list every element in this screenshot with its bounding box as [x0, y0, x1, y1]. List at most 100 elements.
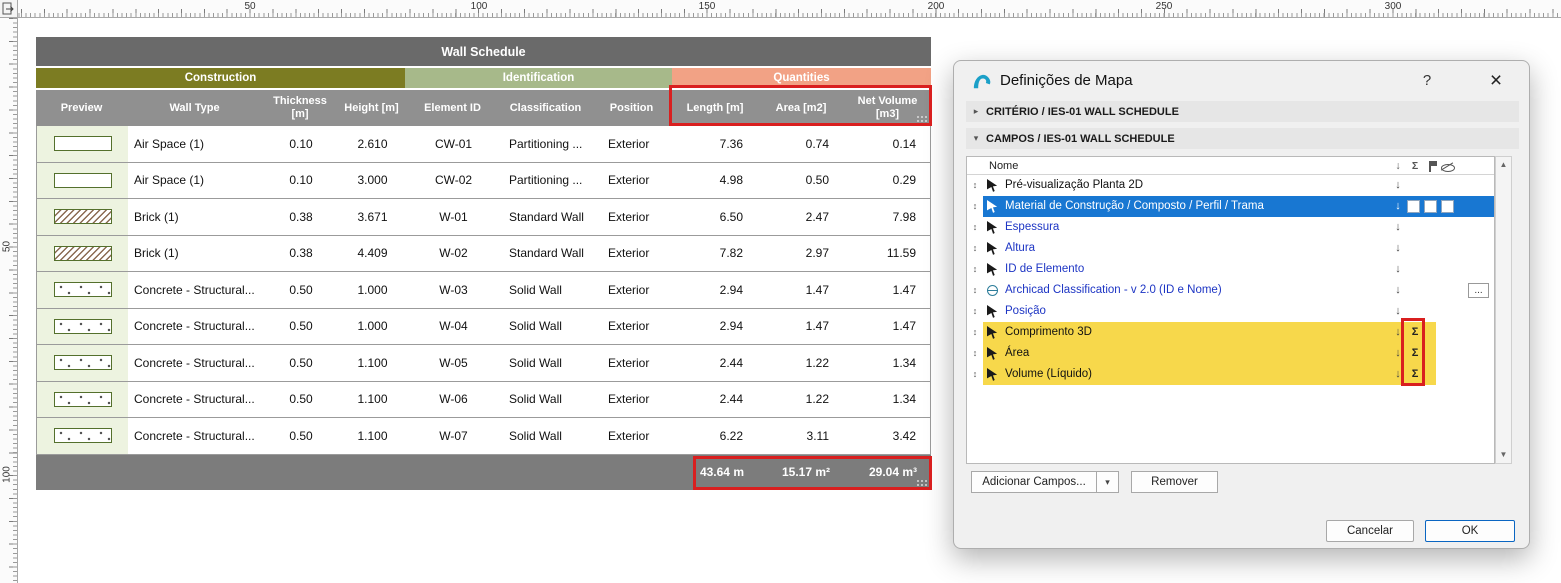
wall-type-cell[interactable]: Air Space (1)	[128, 163, 263, 199]
position-cell[interactable]: Exterior	[592, 418, 673, 454]
wall-type-cell[interactable]: Concrete - Structural...	[128, 345, 263, 381]
classification-cell[interactable]: Standard Wall	[501, 199, 592, 235]
classification-cell[interactable]: Partitioning ...	[501, 126, 592, 162]
field-list-item[interactable]: ↕ Altura ↓	[967, 238, 1494, 259]
sort-arrow-icon[interactable]: ↓	[1391, 157, 1405, 175]
position-cell[interactable]: Exterior	[592, 126, 673, 162]
drag-handle-icon[interactable]: ↕	[967, 301, 983, 322]
area-cell[interactable]: 2.97	[759, 236, 845, 272]
thickness-cell[interactable]: 0.50	[263, 418, 339, 454]
field-list-item[interactable]: ↕ Espessura ↓	[967, 217, 1494, 238]
thickness-cell[interactable]: 0.38	[263, 236, 339, 272]
volume-cell[interactable]: 1.47	[845, 309, 932, 345]
height-cell[interactable]: 3.000	[339, 163, 406, 199]
section-criteria[interactable]: ▸ CRITÉRIO / IES-01 WALL SCHEDULE	[966, 101, 1519, 122]
position-cell[interactable]: Exterior	[592, 199, 673, 235]
sort-arrow-icon[interactable]: ↓	[1391, 238, 1405, 259]
preview-cell[interactable]	[37, 345, 128, 381]
wall-type-cell[interactable]: Brick (1)	[128, 199, 263, 235]
height-cell[interactable]: 1.000	[339, 272, 406, 308]
field-list-item[interactable]: ↕ Pré-visualização Planta 2D ↓	[967, 175, 1494, 196]
sort-arrow-icon[interactable]: ↓	[1391, 196, 1405, 217]
col-header-position[interactable]: Position	[591, 90, 672, 126]
classification-cell[interactable]: Solid Wall	[501, 345, 592, 381]
length-cell[interactable]: 2.44	[673, 345, 759, 381]
drag-handle-icon[interactable]: ↕	[967, 259, 983, 280]
position-cell[interactable]: Exterior	[592, 163, 673, 199]
col-header-element-id[interactable]: Element ID	[405, 90, 500, 126]
preview-cell[interactable]	[37, 418, 128, 454]
sort-arrow-icon[interactable]: ↓	[1391, 175, 1405, 196]
height-cell[interactable]: 1.000	[339, 309, 406, 345]
add-fields-dropdown-icon[interactable]: ▾	[1096, 471, 1119, 493]
section-fields[interactable]: ▾ CAMPOS / IES-01 WALL SCHEDULE	[966, 128, 1519, 149]
field-list-item[interactable]: ↕ ID de Elemento ↓	[967, 259, 1494, 280]
element-id-cell[interactable]: W-03	[406, 272, 501, 308]
position-cell[interactable]: Exterior	[592, 345, 673, 381]
length-cell[interactable]: 6.22	[673, 418, 759, 454]
area-cell[interactable]: 1.47	[759, 272, 845, 308]
length-cell[interactable]: 4.98	[673, 163, 759, 199]
area-cell[interactable]: 0.74	[759, 126, 845, 162]
preview-cell[interactable]	[37, 236, 128, 272]
scrollbar[interactable]: ▲ ▼	[1495, 156, 1512, 464]
height-cell[interactable]: 1.100	[339, 418, 406, 454]
preview-cell[interactable]	[37, 126, 128, 162]
element-id-cell[interactable]: W-04	[406, 309, 501, 345]
field-list-item[interactable]: ↕ Archicad Classification - v 2.0 (ID e …	[967, 280, 1494, 301]
drag-handle-icon[interactable]: ↕	[967, 322, 983, 343]
volume-cell[interactable]: 1.47	[845, 272, 932, 308]
position-cell[interactable]: Exterior	[592, 309, 673, 345]
height-cell[interactable]: 1.100	[339, 345, 406, 381]
scroll-up-icon[interactable]: ▲	[1496, 157, 1511, 173]
volume-cell[interactable]: 11.59	[845, 236, 932, 272]
classification-cell[interactable]: Solid Wall	[501, 382, 592, 418]
drag-handle-icon[interactable]: ↕	[967, 364, 983, 385]
preview-cell[interactable]	[37, 272, 128, 308]
length-cell[interactable]: 2.44	[673, 382, 759, 418]
thickness-cell[interactable]: 0.50	[263, 309, 339, 345]
thickness-cell[interactable]: 0.50	[263, 345, 339, 381]
preview-cell[interactable]	[37, 163, 128, 199]
area-cell[interactable]: 1.22	[759, 345, 845, 381]
length-cell[interactable]: 7.82	[673, 236, 759, 272]
col-header-wall-type[interactable]: Wall Type	[127, 90, 262, 126]
preview-cell[interactable]	[37, 382, 128, 418]
length-cell[interactable]: 2.94	[673, 309, 759, 345]
volume-cell[interactable]: 0.29	[845, 163, 932, 199]
drag-handle-icon[interactable]: ↕	[967, 175, 983, 196]
element-id-cell[interactable]: CW-01	[406, 126, 501, 162]
eye-slash-icon[interactable]	[1440, 157, 1454, 175]
classification-cell[interactable]: Partitioning ...	[501, 163, 592, 199]
wall-type-cell[interactable]: Concrete - Structural...	[128, 382, 263, 418]
thickness-cell[interactable]: 0.38	[263, 199, 339, 235]
length-cell[interactable]: 2.94	[673, 272, 759, 308]
position-cell[interactable]: Exterior	[592, 272, 673, 308]
volume-cell[interactable]: 7.98	[845, 199, 932, 235]
position-cell[interactable]: Exterior	[592, 382, 673, 418]
classification-cell[interactable]: Solid Wall	[501, 272, 592, 308]
sort-arrow-icon[interactable]: ↓	[1391, 217, 1405, 238]
wall-type-cell[interactable]: Concrete - Structural...	[128, 309, 263, 345]
help-button[interactable]: ?	[1416, 70, 1438, 92]
length-cell[interactable]: 6.50	[673, 199, 759, 235]
wall-type-cell[interactable]: Concrete - Structural...	[128, 272, 263, 308]
ruler-origin-button[interactable]	[0, 0, 18, 18]
wall-type-cell[interactable]: Concrete - Structural...	[128, 418, 263, 454]
col-header-preview[interactable]: Preview	[36, 90, 127, 126]
wall-type-cell[interactable]: Air Space (1)	[128, 126, 263, 162]
flag-icon[interactable]	[1425, 157, 1439, 175]
drag-handle-icon[interactable]: ↕	[967, 196, 983, 217]
drag-handle-icon[interactable]: ↕	[967, 280, 983, 301]
area-cell[interactable]: 0.50	[759, 163, 845, 199]
volume-cell[interactable]: 0.14	[845, 126, 932, 162]
element-id-cell[interactable]: W-07	[406, 418, 501, 454]
more-options-button[interactable]: ...	[1468, 283, 1489, 298]
close-icon[interactable]: ×	[1482, 67, 1510, 95]
height-cell[interactable]: 1.100	[339, 382, 406, 418]
element-id-cell[interactable]: W-05	[406, 345, 501, 381]
element-id-cell[interactable]: W-01	[406, 199, 501, 235]
height-cell[interactable]: 3.671	[339, 199, 406, 235]
area-cell[interactable]: 2.47	[759, 199, 845, 235]
drag-handle-icon[interactable]: ↕	[967, 343, 983, 364]
